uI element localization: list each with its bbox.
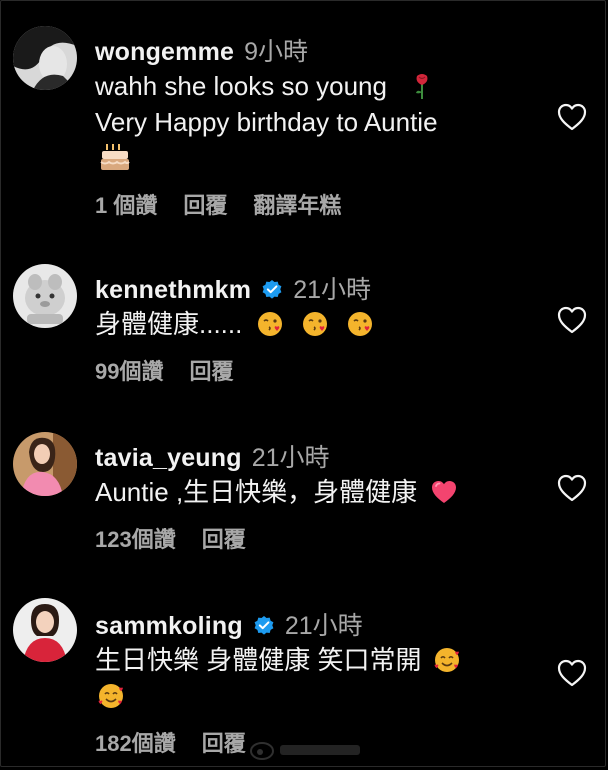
likes-count[interactable]: 99個讚 xyxy=(95,354,163,386)
smiling-face-with-hearts-emoji xyxy=(97,682,125,710)
comment-text-line: wahh she looks so young xyxy=(95,71,387,101)
verified-badge-icon xyxy=(261,279,283,301)
avatar[interactable] xyxy=(13,598,77,662)
face-blowing-kiss-emoji xyxy=(301,310,329,338)
comment-text-line: Very Happy birthday to Auntie xyxy=(95,107,438,137)
comment-text: Auntie ,生日快樂，身體健康 xyxy=(95,474,538,510)
comment-text: 身體健康...... xyxy=(95,306,538,342)
verified-badge-icon xyxy=(253,615,275,637)
face-blowing-kiss-emoji xyxy=(256,310,284,338)
comment-text-line: 身體健康...... xyxy=(95,309,243,339)
avatar[interactable] xyxy=(13,26,77,90)
likes-count[interactable]: 1 個讚 xyxy=(95,188,157,220)
reply-button[interactable]: 回覆 xyxy=(189,354,233,386)
likes-count[interactable]: 182個讚 xyxy=(95,726,176,758)
comment-text: wahh she looks so young Very Happy birth… xyxy=(95,68,538,176)
username[interactable]: sammkoling xyxy=(95,612,243,641)
avatar[interactable] xyxy=(13,264,77,328)
timestamp: 21小時 xyxy=(284,612,363,640)
timestamp: 9小時 xyxy=(244,38,309,66)
heart-icon[interactable] xyxy=(556,305,588,335)
comment-text: 生日快樂 身體健康 笑口常開 xyxy=(95,642,538,714)
heart-icon[interactable] xyxy=(556,102,588,132)
reply-button[interactable]: 回覆 xyxy=(202,522,246,554)
comment-actions: 99個讚 回覆 xyxy=(95,354,538,386)
birthday-cake-emoji xyxy=(99,142,131,172)
heart-icon[interactable] xyxy=(556,658,588,688)
heart-icon[interactable] xyxy=(556,473,588,503)
username[interactable]: tavia_yeung xyxy=(95,444,242,473)
reply-button[interactable]: 回覆 xyxy=(202,726,246,758)
avatar[interactable] xyxy=(13,432,77,496)
watermark-logo xyxy=(248,735,368,765)
comment-text-line: Auntie ,生日快樂，身體健康 xyxy=(95,477,418,507)
timestamp: 21小時 xyxy=(251,444,330,472)
rose-emoji xyxy=(408,72,436,100)
username[interactable]: kennethmkm xyxy=(95,276,251,305)
face-blowing-kiss-emoji xyxy=(346,310,374,338)
likes-count[interactable]: 123個讚 xyxy=(95,522,176,554)
smiling-face-with-hearts-emoji xyxy=(433,646,461,674)
comment-actions: 1 個讚 回覆 翻譯年糕 xyxy=(95,188,538,220)
comment-text-line: 生日快樂 身體健康 笑口常開 xyxy=(95,645,422,675)
translate-button[interactable]: 翻譯年糕 xyxy=(253,188,341,220)
timestamp: 21小時 xyxy=(293,276,372,304)
username[interactable]: wongemme xyxy=(95,38,234,67)
comment-actions: 123個讚 回覆 xyxy=(95,522,538,554)
pink-heart-emoji xyxy=(430,478,458,506)
reply-button[interactable]: 回覆 xyxy=(183,188,227,220)
